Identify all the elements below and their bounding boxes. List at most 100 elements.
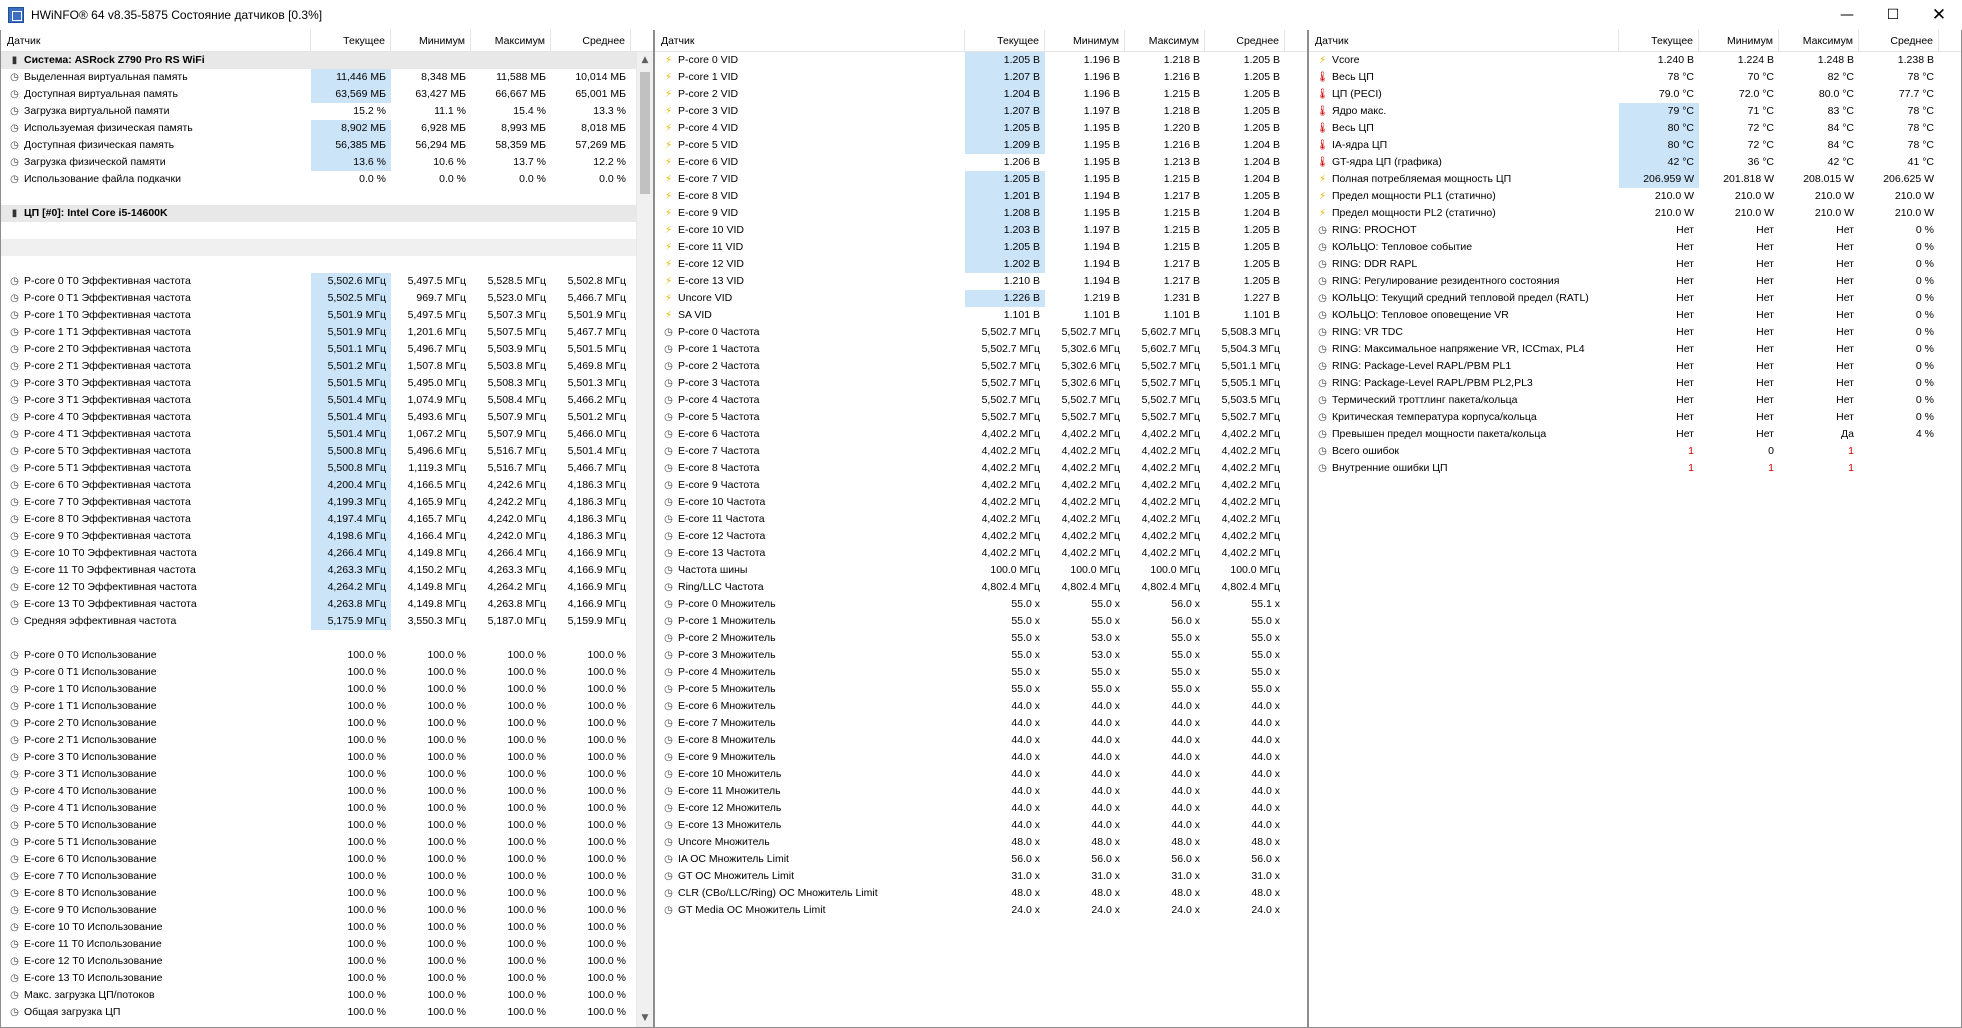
sensor-row[interactable]: ◷ P-core 4 Множитель 55.0 x 55.0 x 55.0 x 55.… — [655, 664, 1307, 681]
sensor-row[interactable]: ◷ P-core 0 Частота 5,502.7 МГц 5,502.7 МГц 5… — [655, 324, 1307, 341]
sensor-row[interactable]: 🌡 IA-ядра ЦП 80 °C 72 °C 84 °C 78 °C — [1309, 137, 1961, 154]
sensor-row[interactable]: ◷ Доступная физическая память 56,385 МБ 56,… — [1, 137, 653, 154]
sensor-row[interactable]: ◷ P-core 0 T1 Использование 100.0 % 100.0 %… — [1, 664, 653, 681]
sensor-row[interactable]: ◷ E-core 7 T0 Использование 100.0 % 100.0 %… — [1, 868, 653, 885]
sensor-row[interactable]: ◷ Доступная виртуальная память 63,569 МБ 63… — [1, 86, 653, 103]
sensor-row[interactable]: 🌡 Ядро макс. 79 °C 71 °C 83 °C 78 °C — [1309, 103, 1961, 120]
sensor-row[interactable]: ⚡ E-core 7 VID 1.205 В 1.195 В 1.215 В 1.204 … — [655, 171, 1307, 188]
sensor-row[interactable]: ◷ Загрузка физической памяти 13.6 % 10.6 % 1… — [1, 154, 653, 171]
sensor-row[interactable]: ◷ Используемая физическая память 8,902 МБ 6… — [1, 120, 653, 137]
sensor-row[interactable]: ◷ E-core 8 T0 Использование 100.0 % 100.0 %… — [1, 885, 653, 902]
sensor-row[interactable]: ◷ P-core 4 T0 Эффективная частота 5,501.4 … — [1, 409, 653, 426]
sensor-row[interactable]: ◷ P-core 4 T0 Использование 100.0 % 100.0 %… — [1, 783, 653, 800]
header-min[interactable]: Минимум — [1699, 30, 1779, 52]
header-max[interactable]: Максимум — [1125, 30, 1205, 52]
sensor-row[interactable]: ◷ E-core 11 Частота 4,402.2 МГц 4,402.2 МГц… — [655, 511, 1307, 528]
sensor-row[interactable]: ◷ E-core 13 T0 Использование 100.0 % 100.0 … — [1, 970, 653, 987]
sensor-row[interactable]: ◷ E-core 8 Множитель 44.0 x 44.0 x 44.0 x 44.… — [655, 732, 1307, 749]
sensor-row[interactable]: ◷ P-core 1 T1 Эффективная частота 5,501.9 … — [1, 324, 653, 341]
sensor-row[interactable]: ◷ E-core 9 T0 Эффективная частота 4,198.6 … — [1, 528, 653, 545]
group-header-row[interactable]: ▮ ЦП [#0]: Intel Core i5-14600K — [1, 205, 636, 222]
sensor-row[interactable]: ◷ GT Media OC Множитель Limit 24.0 x 24.0 x… — [655, 902, 1307, 919]
close-button[interactable]: ✕ — [1916, 0, 1962, 30]
sensor-row[interactable]: ◷ E-core 10 Множитель 44.0 x 44.0 x 44.0 x 44… — [655, 766, 1307, 783]
sensor-row[interactable]: ⚡ E-core 6 VID 1.206 В 1.195 В 1.213 В 1.204 … — [655, 154, 1307, 171]
sensor-row[interactable]: ◷ P-core 1 Множитель 55.0 x 55.0 x 56.0 x 55.… — [655, 613, 1307, 630]
scrollbar-thumb[interactable] — [640, 72, 650, 194]
sensor-row[interactable]: ⚡ Предел мощности PL2 (статично) 210.0 W 21… — [1309, 205, 1961, 222]
sensor-row[interactable]: ⚡ Предел мощности PL1 (статично) 210.0 W 21… — [1309, 188, 1961, 205]
sensor-row[interactable]: ◷ P-core 1 T0 Использование 100.0 % 100.0 %… — [1, 681, 653, 698]
header-avg[interactable]: Среднее — [1205, 30, 1285, 52]
sensor-row[interactable]: ◷ Превышен предел мощности пакета/кольца Н… — [1309, 426, 1961, 443]
sensor-row[interactable]: ⚡ P-core 4 VID 1.205 В 1.195 В 1.220 В 1.205 … — [655, 120, 1307, 137]
sensor-row[interactable]: ◷ P-core 5 T0 Эффективная частота 5,500.8 … — [1, 443, 653, 460]
sensor-row[interactable]: ◷ E-core 13 T0 Эффективная частота 4,263.8… — [1, 596, 653, 613]
sensor-row[interactable]: ⚡ Uncore VID 1.226 В 1.219 В 1.231 В 1.227 В — [655, 290, 1307, 307]
header-current[interactable]: Текущее — [1619, 30, 1699, 52]
sensor-row[interactable]: ⚡ Полная потребляемая мощность ЦП 206.959 … — [1309, 171, 1961, 188]
sensor-row[interactable]: ◷ E-core 12 Частота 4,402.2 МГц 4,402.2 МГц… — [655, 528, 1307, 545]
sensor-row[interactable]: ⚡ SA VID 1.101 В 1.101 В 1.101 В 1.101 В — [655, 307, 1307, 324]
sensor-row[interactable]: ◷ P-core 2 T1 Использование 100.0 % 100.0 %… — [1, 732, 653, 749]
sensor-row[interactable]: ◷ RING: Максимальное напряжение VR, ICCma… — [1309, 341, 1961, 358]
scroll-up-arrow-icon[interactable]: ▲ — [637, 52, 653, 69]
sensor-row[interactable]: ◷ RING: DDR RAPL Нет Нет Нет 0 % — [1309, 256, 1961, 273]
sensor-row[interactable]: ◷ Макс. загрузка ЦП/потоков 100.0 % 100.0 %… — [1, 987, 653, 1004]
sensor-row[interactable]: ◷ Средняя эффективная частота 5,175.9 МГц 3… — [1, 613, 653, 630]
header-max[interactable]: Максимум — [1779, 30, 1859, 52]
sensor-row[interactable]: ◷ P-core 3 Множитель 55.0 x 53.0 x 55.0 x 55.… — [655, 647, 1307, 664]
sensor-row[interactable]: ◷ Внутренние ошибки ЦП 1 1 1 — [1309, 460, 1961, 477]
sensor-row[interactable]: ◷ E-core 12 Множитель 44.0 x 44.0 x 44.0 x 44… — [655, 800, 1307, 817]
sensor-row[interactable]: ⚡ P-core 3 VID 1.207 В 1.197 В 1.218 В 1.205 … — [655, 103, 1307, 120]
sensor-row[interactable]: ◷ P-core 3 Частота 5,502.7 МГц 5,302.6 МГц 5… — [655, 375, 1307, 392]
sensor-row[interactable]: ◷ P-core 5 Частота 5,502.7 МГц 5,502.7 МГц 5… — [655, 409, 1307, 426]
sensor-row[interactable]: ⚡ E-core 10 VID 1.203 В 1.197 В 1.215 В 1.205… — [655, 222, 1307, 239]
sensor-row[interactable]: ◷ КОЛЬЦО: Текущий средний тепловой предел… — [1309, 290, 1961, 307]
sensor-row[interactable]: ◷ E-core 10 T0 Эффективная частота 4,266.4… — [1, 545, 653, 562]
sensor-row[interactable]: ◷ Частота шины 100.0 МГц 100.0 МГц 100.0 МГц… — [655, 562, 1307, 579]
sensor-row[interactable]: ◷ RING: Package-Level RAPL/PBM PL1 Нет Нет Н… — [1309, 358, 1961, 375]
sensor-row[interactable]: ◷ Общая загрузка ЦП 100.0 % 100.0 % 100.0 % 1… — [1, 1004, 653, 1021]
header-min[interactable]: Минимум — [1045, 30, 1125, 52]
sensor-row[interactable]: ◷ E-core 6 Множитель 44.0 x 44.0 x 44.0 x 44.… — [655, 698, 1307, 715]
sensor-row[interactable]: ◷ P-core 5 T1 Эффективная частота 5,500.8 … — [1, 460, 653, 477]
sensor-row[interactable]: ◷ E-core 11 Множитель 44.0 x 44.0 x 44.0 x 44… — [655, 783, 1307, 800]
sensor-row[interactable]: ◷ E-core 11 T0 Использование 100.0 % 100.0 … — [1, 936, 653, 953]
sensor-row[interactable]: ◷ P-core 5 T1 Использование 100.0 % 100.0 %… — [1, 834, 653, 851]
sensor-row[interactable]: ◷ P-core 5 Множитель 55.0 x 55.0 x 55.0 x 55.… — [655, 681, 1307, 698]
sensor-row[interactable]: ⚡ P-core 1 VID 1.207 В 1.196 В 1.216 В 1.205 … — [655, 69, 1307, 86]
maximize-button[interactable]: ☐ — [1870, 0, 1916, 30]
sensor-row[interactable]: ◷ P-core 0 T0 Эффективная частота 5,502.6 … — [1, 273, 653, 290]
sensor-row[interactable]: ◷ P-core 3 T0 Использование 100.0 % 100.0 %… — [1, 749, 653, 766]
scroll-down-arrow-icon[interactable]: ▼ — [637, 1010, 653, 1027]
sensor-row[interactable]: ◷ P-core 1 T0 Эффективная частота 5,501.9 … — [1, 307, 653, 324]
header-min[interactable]: Минимум — [391, 30, 471, 52]
sensor-row[interactable]: ◷ E-core 13 Множитель 44.0 x 44.0 x 44.0 x 44… — [655, 817, 1307, 834]
sensor-row[interactable]: 🌡 Весь ЦП 80 °C 72 °C 84 °C 78 °C — [1309, 120, 1961, 137]
vertical-scrollbar[interactable]: ▲ ▼ — [636, 52, 653, 1027]
sensor-row[interactable]: ◷ Uncore Множитель 48.0 x 48.0 x 48.0 x 48.0 … — [655, 834, 1307, 851]
sensor-row[interactable]: ◷ P-core 0 T0 Использование 100.0 % 100.0 %… — [1, 647, 653, 664]
sensor-row[interactable]: ◷ E-core 7 T0 Эффективная частота 4,199.3 … — [1, 494, 653, 511]
sensor-row[interactable]: ◷ RING: Package-Level RAPL/PBM PL2,PL3 Нет… — [1309, 375, 1961, 392]
header-sensor[interactable]: Датчик — [661, 30, 965, 52]
sensor-row[interactable]: ◷ P-core 3 T1 Эффективная частота 5,501.4 … — [1, 392, 653, 409]
header-current[interactable]: Текущее — [965, 30, 1045, 52]
header-avg[interactable]: Среднее — [551, 30, 631, 52]
sensor-row[interactable]: ◷ E-core 9 T0 Использование 100.0 % 100.0 %… — [1, 902, 653, 919]
header-sensor[interactable]: Датчик — [7, 30, 311, 52]
sensor-row[interactable]: ◷ P-core 1 T1 Использование 100.0 % 100.0 %… — [1, 698, 653, 715]
sensor-row[interactable]: ◷ P-core 2 T1 Эффективная частота 5,501.2 … — [1, 358, 653, 375]
sensor-row[interactable]: 🌡 Весь ЦП 78 °C 70 °C 82 °C 78 °C — [1309, 69, 1961, 86]
sensor-row[interactable]: ◷ E-core 9 Множитель 44.0 x 44.0 x 44.0 x 44.… — [655, 749, 1307, 766]
minimize-button[interactable]: — — [1824, 0, 1870, 30]
sensor-row[interactable]: ◷ E-core 13 Частота 4,402.2 МГц 4,402.2 МГц… — [655, 545, 1307, 562]
sensor-row[interactable]: 🌡 GT-ядра ЦП (графика) 42 °C 36 °C 42 °C 41 °… — [1309, 154, 1961, 171]
sensor-row[interactable]: ◷ Всего ошибок 1 0 1 — [1309, 443, 1961, 460]
sensor-row[interactable]: ⚡ E-core 13 VID 1.210 В 1.194 В 1.217 В 1.205… — [655, 273, 1307, 290]
sensor-row[interactable]: ⚡ P-core 2 VID 1.204 В 1.196 В 1.215 В 1.205 … — [655, 86, 1307, 103]
sensor-row[interactable]: ◷ E-core 11 T0 Эффективная частота 4,263.3… — [1, 562, 653, 579]
sensor-row[interactable]: ◷ RING: VR TDC Нет Нет Нет 0 % — [1309, 324, 1961, 341]
sensor-row[interactable]: ◷ Термический троттлинг пакета/кольца Нет Н… — [1309, 392, 1961, 409]
